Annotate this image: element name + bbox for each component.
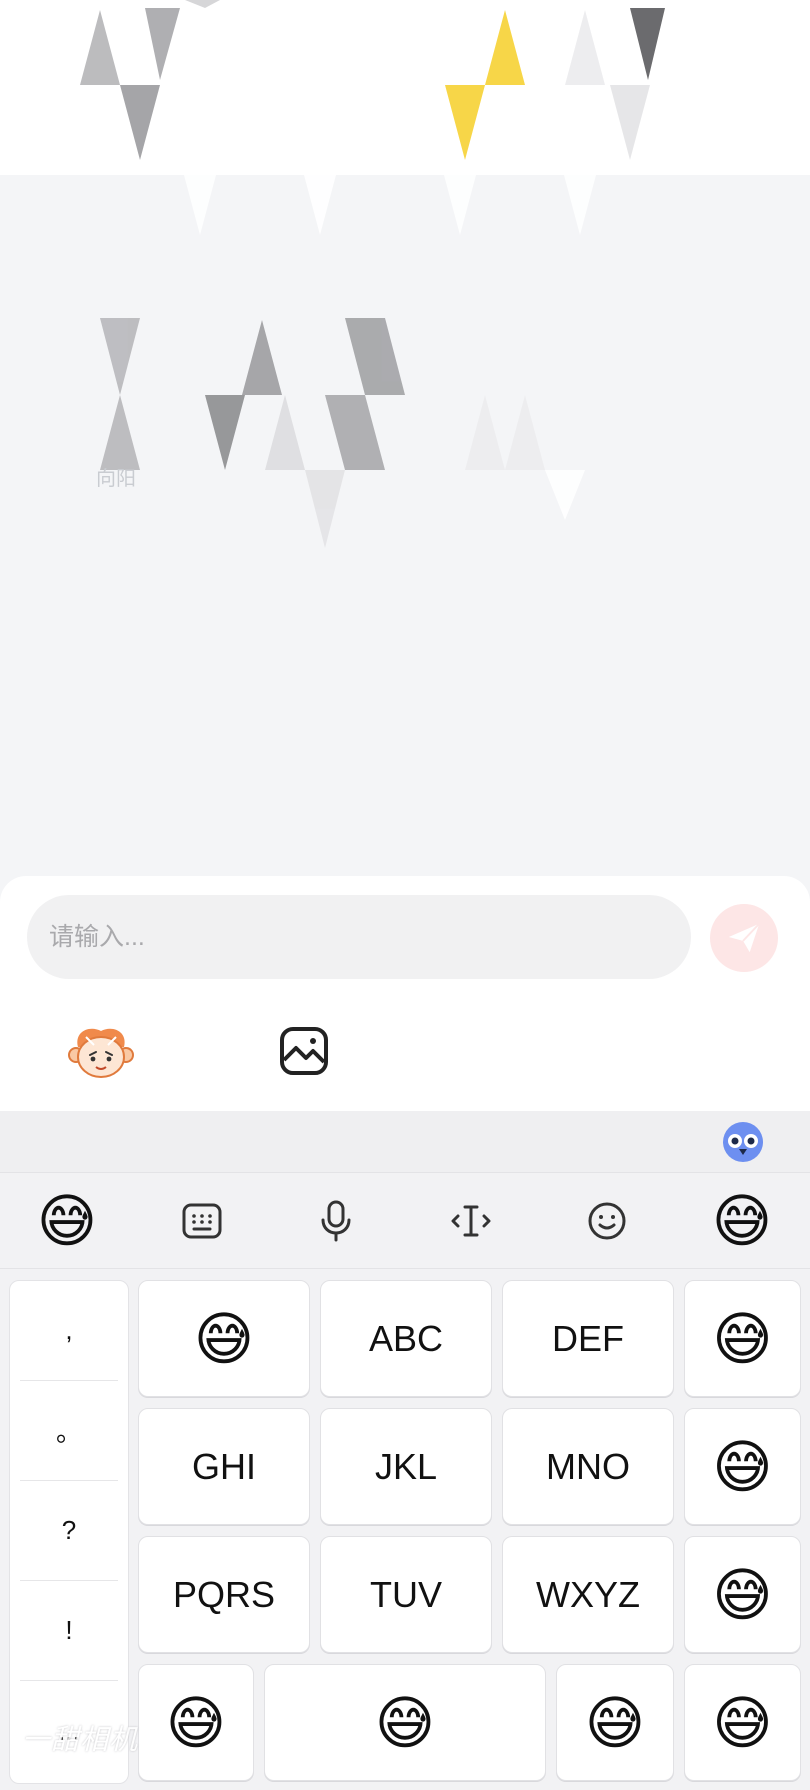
sweat-smile-emoji-icon: 😅 — [584, 1688, 646, 1757]
key-mno[interactable]: MNO — [502, 1408, 674, 1525]
assistant-bird-icon — [723, 1122, 763, 1162]
punctuation-column: , 。 ? ! ... — [9, 1280, 129, 1784]
smile-icon — [588, 1202, 626, 1240]
key-emoji[interactable]: 😅 — [556, 1664, 674, 1781]
keyboard-icon — [182, 1203, 222, 1239]
input-panel — [0, 876, 810, 1111]
mascot-icon — [68, 1028, 134, 1078]
space-key[interactable]: 😅 — [264, 1664, 546, 1781]
key-emoji[interactable]: 😅 — [138, 1664, 254, 1781]
message-input[interactable] — [27, 895, 691, 979]
sweat-smile-emoji-icon: 😅 — [712, 1688, 773, 1757]
sweat-smile-emoji-icon: 😅 — [712, 1560, 773, 1629]
punct-key-period[interactable]: 。 — [20, 1381, 118, 1481]
key-emoji[interactable]: 😅 — [684, 1280, 801, 1397]
image-button[interactable] — [269, 1016, 339, 1086]
emoji-left-button[interactable]: 😅 — [33, 1187, 101, 1255]
keyboard-top-strip — [0, 1111, 810, 1173]
cursor-button[interactable] — [437, 1187, 505, 1255]
key-ghi[interactable]: GHI — [138, 1408, 310, 1525]
key-tuv[interactable]: TUV — [320, 1536, 492, 1653]
key-abc[interactable]: ABC — [320, 1280, 492, 1397]
watermark-text: 一甜相机 — [22, 1724, 139, 1755]
punct-key-exclaim[interactable]: ! — [20, 1581, 118, 1681]
assistant-button[interactable] — [722, 1121, 764, 1163]
sweat-smile-emoji-icon: 😅 — [36, 1187, 98, 1255]
sweat-smile-emoji-icon: 😅 — [193, 1304, 255, 1373]
sweat-smile-emoji-icon: 😅 — [712, 1432, 773, 1501]
key-jkl[interactable]: JKL — [320, 1408, 492, 1525]
keyboard-switch-button[interactable] — [168, 1187, 236, 1255]
emoji-right-button[interactable]: 😅 — [708, 1187, 776, 1255]
keyboard: 😅 😅 , 。 ? ! ... 😅 ABC DEF 😅 GHI JKL MNO … — [0, 1111, 810, 1790]
send-icon — [728, 923, 760, 953]
header-area — [0, 0, 810, 175]
punct-key-comma[interactable]: , — [20, 1281, 118, 1381]
sweat-smile-emoji-icon: 😅 — [165, 1688, 227, 1757]
keyboard-toolbar: 😅 😅 — [0, 1173, 810, 1269]
key-def[interactable]: DEF — [502, 1280, 674, 1397]
key-emoji[interactable]: 😅 — [684, 1408, 801, 1525]
key-emoji[interactable]: 😅 — [138, 1280, 310, 1397]
mascot-button[interactable] — [66, 1016, 136, 1086]
key-emoji[interactable]: 😅 — [684, 1536, 801, 1653]
voice-input-button[interactable] — [302, 1187, 370, 1255]
key-wxyz[interactable]: WXYZ — [502, 1536, 674, 1653]
microphone-icon — [321, 1200, 351, 1242]
chat-faint-fragment: 向阳 — [96, 468, 136, 490]
image-icon — [280, 1027, 328, 1075]
punct-key-question[interactable]: ? — [20, 1481, 118, 1581]
sweat-smile-emoji-icon: 😅 — [712, 1304, 773, 1373]
send-button[interactable] — [710, 904, 778, 972]
sweat-smile-emoji-icon: 😅 — [374, 1688, 436, 1757]
cursor-icon — [451, 1205, 491, 1237]
key-pqrs[interactable]: PQRS — [138, 1536, 310, 1653]
sweat-smile-emoji-icon: 😅 — [711, 1187, 773, 1255]
key-emoji[interactable]: 😅 — [684, 1664, 801, 1781]
emoji-panel-button[interactable] — [573, 1187, 641, 1255]
